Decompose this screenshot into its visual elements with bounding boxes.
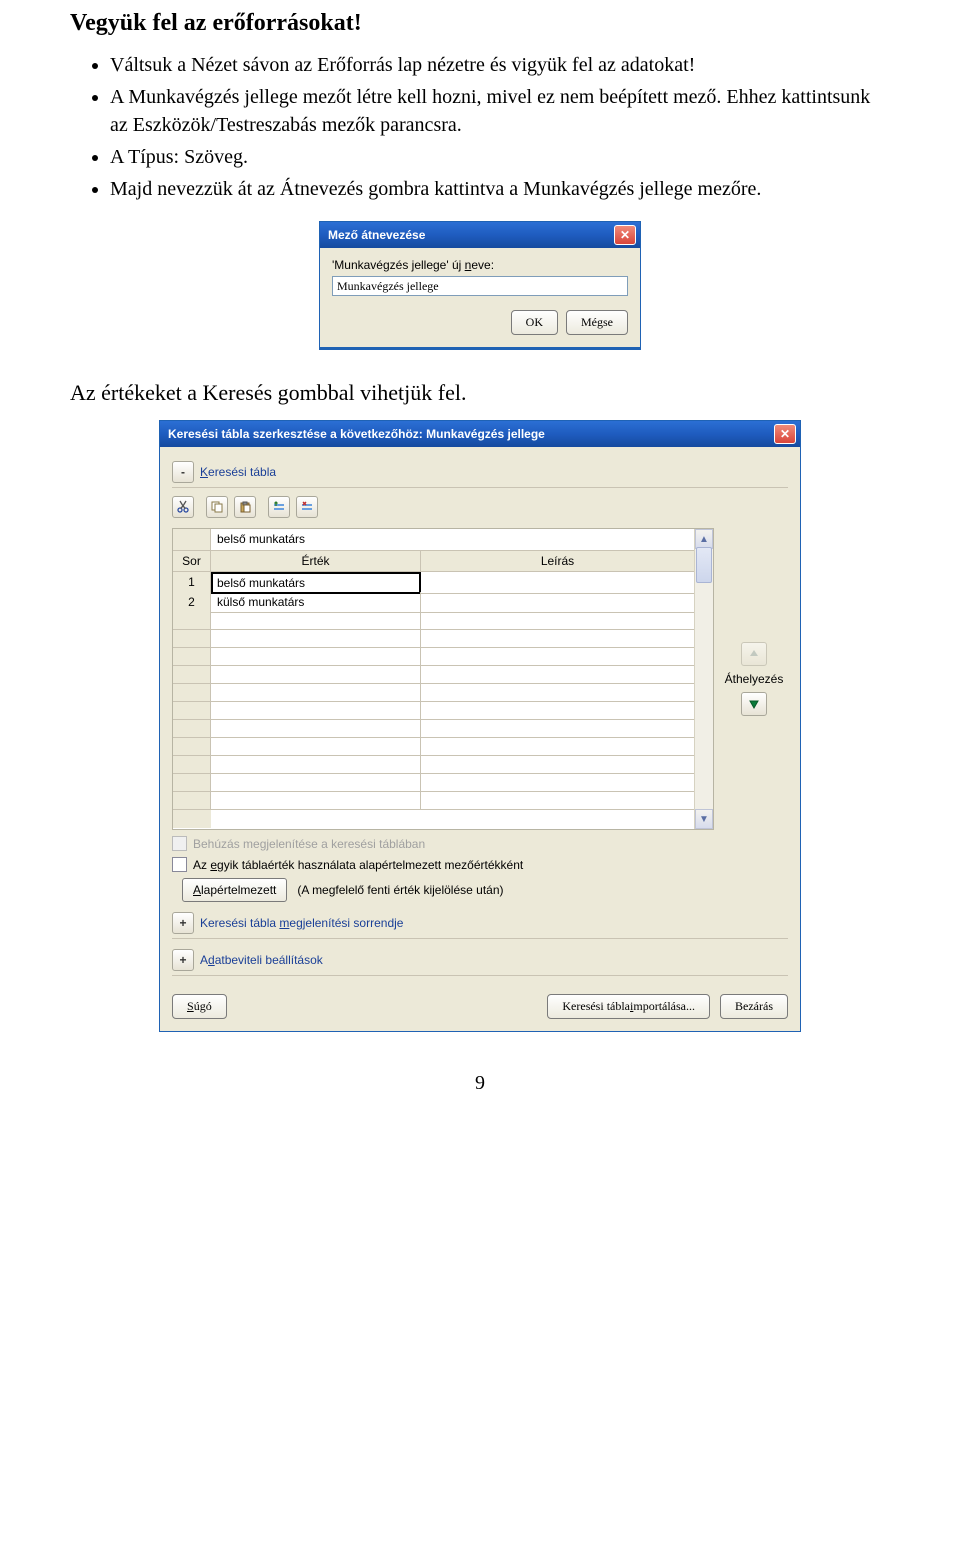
section-label: Keresési tábla megjelenítési sorrendje bbox=[200, 916, 403, 930]
delete-row-icon[interactable] bbox=[296, 496, 318, 518]
move-up-button[interactable] bbox=[741, 642, 767, 666]
bullet-item: Váltsuk a Nézet sávon az Erőforrás lap n… bbox=[110, 51, 890, 79]
close-icon[interactable]: ✕ bbox=[774, 424, 796, 444]
default-hint: (A megfelelő fenti érték kijelölése után… bbox=[297, 883, 503, 897]
insert-row-icon[interactable] bbox=[268, 496, 290, 518]
expand-icon[interactable]: + bbox=[172, 949, 194, 971]
paragraph: Az értékeket a Keresés gombbal vihetjük … bbox=[70, 380, 890, 406]
scroll-up-icon[interactable]: ▲ bbox=[695, 529, 713, 549]
column-header-desc[interactable]: Leírás bbox=[421, 551, 694, 571]
ok-button[interactable]: OK bbox=[511, 310, 558, 335]
paste-icon[interactable] bbox=[234, 496, 256, 518]
expand-icon[interactable]: + bbox=[172, 912, 194, 934]
row-number: 2 bbox=[173, 592, 211, 613]
option-label: Az egyik táblaérték használata alapértel… bbox=[193, 858, 523, 872]
lookup-grid[interactable]: belső munkatárs Sor Érték Leírás 1 belső… bbox=[172, 528, 714, 830]
cell-value[interactable]: külső munkatárs bbox=[211, 592, 421, 613]
section-display-order[interactable]: + Keresési tábla megjelenítési sorrendje bbox=[172, 912, 788, 939]
section-lookup-table: - Keresési tábla bbox=[172, 461, 788, 488]
cut-icon[interactable] bbox=[172, 496, 194, 518]
cancel-button[interactable]: Mégse bbox=[566, 310, 628, 335]
scroll-thumb[interactable] bbox=[696, 547, 712, 583]
bullet-item: A Típus: Szöveg. bbox=[110, 143, 890, 171]
cell-desc[interactable] bbox=[421, 572, 694, 594]
page-heading: Vegyük fel az erőforrásokat! bbox=[70, 10, 890, 37]
checkbox[interactable] bbox=[172, 857, 187, 872]
move-down-button[interactable] bbox=[741, 692, 767, 716]
collapse-icon[interactable]: - bbox=[172, 461, 194, 483]
cell-desc[interactable] bbox=[421, 592, 694, 613]
section-data-entry[interactable]: + Adatbeviteli beállítások bbox=[172, 949, 788, 976]
field-label: 'Munkavégzés jellege' új neve: bbox=[332, 258, 628, 272]
instruction-list: Váltsuk a Nézet sávon az Erőforrás lap n… bbox=[70, 51, 890, 203]
column-header-row[interactable]: Sor bbox=[173, 551, 211, 571]
scroll-down-icon[interactable]: ▼ bbox=[695, 809, 713, 829]
rename-input[interactable] bbox=[332, 276, 628, 296]
toolbar bbox=[172, 496, 788, 518]
table-row[interactable]: 2 külső munkatárs bbox=[173, 592, 694, 612]
help-button[interactable]: Súgó bbox=[172, 994, 227, 1019]
dialog-title: Keresési tábla szerkesztése a következőh… bbox=[168, 427, 545, 441]
option-label: Behúzás megjelenítése a keresési táblába… bbox=[193, 837, 425, 851]
column-header-value[interactable]: Érték bbox=[211, 551, 421, 571]
bullet-item: Majd nevezzük át az Átnevezés gombra kat… bbox=[110, 175, 890, 203]
bullet-item: A Munkavégzés jellege mezőt létre kell h… bbox=[110, 83, 890, 139]
close-icon[interactable]: ✕ bbox=[614, 225, 636, 245]
option-indent: Behúzás megjelenítése a keresési táblába… bbox=[172, 836, 788, 851]
section-label: Keresési tábla bbox=[200, 465, 276, 479]
option-default-value[interactable]: Az egyik táblaérték használata alapértel… bbox=[172, 857, 788, 872]
lookup-table-dialog: Keresési tábla szerkesztése a következőh… bbox=[159, 420, 801, 1032]
section-label: Adatbeviteli beállítások bbox=[200, 953, 323, 967]
import-button[interactable]: Keresési tábla importálása... bbox=[547, 994, 710, 1019]
checkbox bbox=[172, 836, 187, 851]
close-button[interactable]: Bezárás bbox=[720, 994, 788, 1019]
cell-value[interactable]: belső munkatárs bbox=[211, 572, 421, 594]
dialog-title: Mező átnevezése bbox=[328, 228, 425, 242]
dialog-titlebar: Keresési tábla szerkesztése a következőh… bbox=[160, 421, 800, 447]
set-default-button[interactable]: Alapértelmezett bbox=[182, 878, 287, 902]
copy-icon[interactable] bbox=[206, 496, 228, 518]
dialog-titlebar: Mező átnevezése ✕ bbox=[320, 222, 640, 248]
rename-field-dialog: Mező átnevezése ✕ 'Munkavégzés jellege' … bbox=[319, 221, 641, 350]
page-number: 9 bbox=[70, 1072, 890, 1095]
table-row[interactable]: 1 belső munkatárs bbox=[173, 572, 694, 592]
grid-top-value[interactable]: belső munkatárs bbox=[211, 529, 694, 551]
move-label: Áthelyezés bbox=[725, 672, 784, 686]
scrollbar[interactable]: ▲ ▼ bbox=[694, 529, 713, 829]
row-number: 1 bbox=[173, 572, 211, 594]
